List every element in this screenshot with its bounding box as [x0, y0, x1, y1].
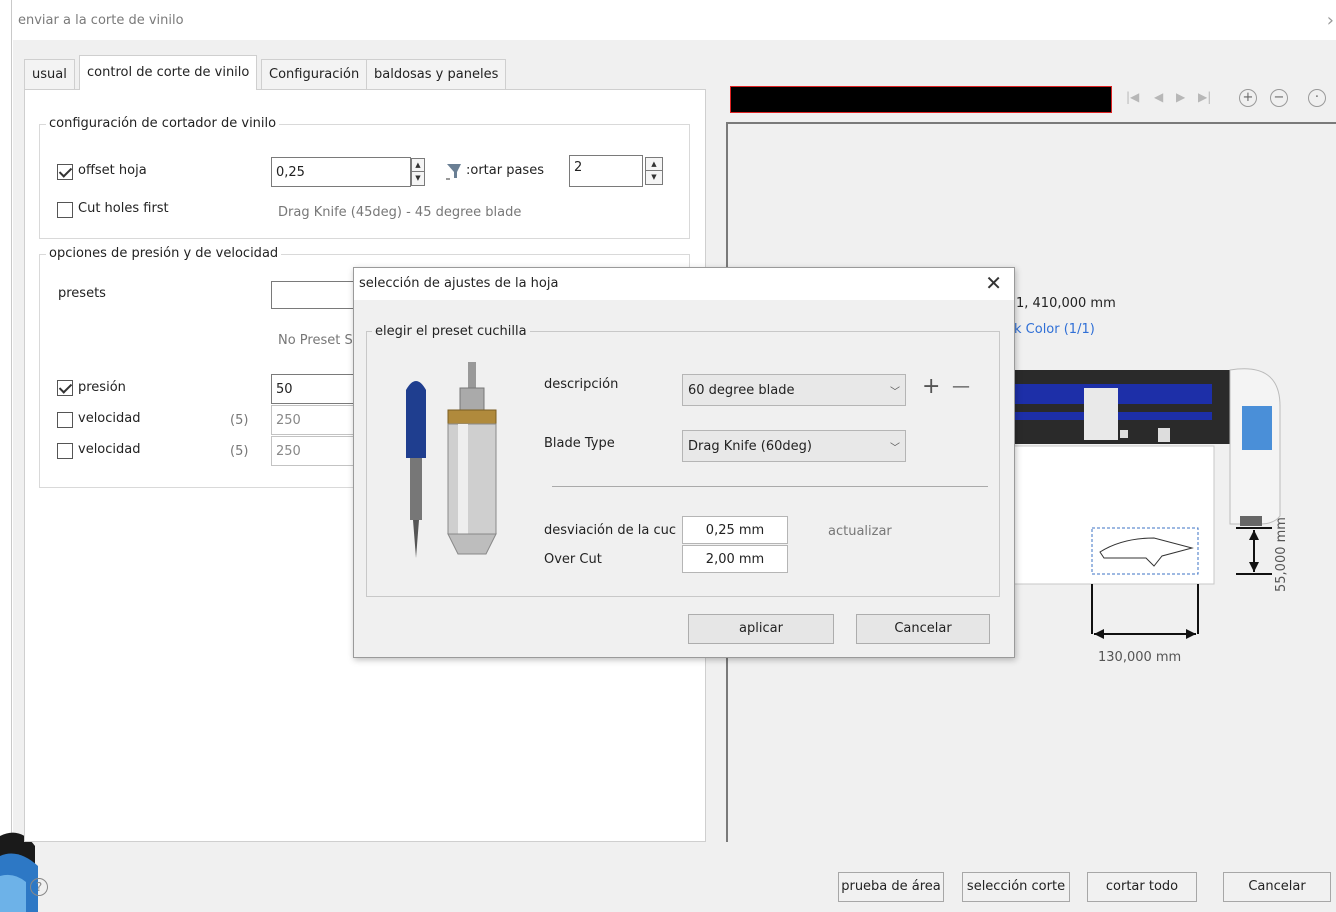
blade-type-label: Blade Type	[544, 436, 615, 451]
height-dimension: 55,000 mm	[1274, 517, 1289, 592]
blade-info-text: Drag Knife (45deg) - 45 degree blade	[278, 205, 522, 220]
pressure-speed-group-label: opciones de presión y de velocidad	[46, 246, 282, 261]
description-value: 60 degree blade	[688, 382, 795, 398]
dialog-close-icon[interactable]: ✕	[985, 271, 1002, 295]
cut-holes-first-checkbox[interactable]	[57, 202, 73, 218]
remove-preset-icon[interactable]: —	[952, 376, 970, 397]
zoom-out-icon[interactable]: −	[1270, 89, 1288, 107]
apply-button[interactable]: aplicar	[688, 614, 834, 644]
over-cut-input[interactable]: 2,00 mm	[682, 545, 788, 573]
cut-passes-label: :ortar pases	[466, 163, 544, 178]
cut-selection-button[interactable]: selección corte	[962, 872, 1070, 902]
cut-passes-icon	[446, 164, 461, 180]
blade-offset-label: desviación de la cuc	[544, 523, 677, 538]
offset-blade-label: offset hoja	[78, 163, 147, 178]
dialog-cancel-button[interactable]: Cancelar	[856, 614, 990, 644]
next-icon[interactable]: ▶	[1176, 90, 1185, 104]
cut-holes-first-label: Cut holes first	[78, 201, 169, 216]
cutter-config-group-label: configuración de cortador de vinilo	[46, 116, 280, 131]
chevron-down-icon: ﹀	[890, 442, 900, 454]
offset-blade-input[interactable]: 0,25	[271, 157, 411, 187]
zoom-in-icon[interactable]: +	[1239, 89, 1257, 107]
blade-settings-dialog: selección de ajustes de la hoja ✕ elegir…	[353, 267, 1015, 658]
cut-passes-spinner[interactable]: ▲ ▼	[645, 157, 663, 185]
plotter-illustration	[1012, 368, 1281, 639]
blade-preset-group-label: elegir el preset cuchilla	[372, 324, 530, 339]
over-cut-label: Over Cut	[544, 552, 602, 567]
first-icon[interactable]: |◀	[1126, 90, 1139, 104]
window-left-border	[0, 0, 12, 912]
speed-1-checkbox[interactable]	[57, 412, 73, 428]
no-preset-text: No Preset S	[278, 333, 353, 348]
cut-passes-input[interactable]: 2	[569, 155, 643, 187]
speed-2-checkbox[interactable]	[57, 443, 73, 459]
description-combo[interactable]: 60 degree blade ﹀	[682, 374, 906, 406]
add-preset-icon[interactable]: +	[922, 374, 940, 399]
pressure-label: presión	[78, 380, 126, 395]
speed-1-hint: (5)	[230, 413, 249, 428]
window-close-icon[interactable]: ›	[1327, 10, 1334, 31]
dialog-title: selección de ajustes de la hoja	[359, 276, 559, 291]
tab-tiles-panels[interactable]: baldosas y paneles	[366, 59, 507, 89]
blade-type-value: Drag Knife (60deg)	[688, 438, 812, 454]
description-label: descripción	[544, 377, 619, 392]
dialog-divider	[552, 486, 988, 487]
update-link[interactable]: actualizar	[828, 524, 892, 539]
area-test-button[interactable]: prueba de área	[838, 872, 944, 902]
offset-blade-checkbox[interactable]	[57, 164, 73, 180]
tab-vinyl-cut-control[interactable]: control de corte de vinilo	[79, 55, 258, 90]
blade-offset-input[interactable]: 0,25 mm	[682, 516, 788, 544]
chevron-down-icon: ﹀	[890, 386, 900, 398]
width-dimension: 130,000 mm	[1098, 650, 1182, 665]
speed-2-label: velocidad	[78, 442, 141, 457]
position-text: 1, 410,000 mm	[1016, 296, 1116, 311]
preview-name-bar	[730, 86, 1112, 113]
cancel-button[interactable]: Cancelar	[1223, 872, 1331, 902]
speed-2-hint: (5)	[230, 444, 249, 459]
zoom-fit-icon[interactable]: ·	[1308, 89, 1326, 107]
last-icon[interactable]: ▶|	[1198, 90, 1211, 104]
presets-label: presets	[58, 286, 106, 301]
cut-all-button[interactable]: cortar todo	[1087, 872, 1197, 902]
tab-configuracion[interactable]: Configuración	[261, 59, 368, 89]
offset-blade-spinner[interactable]: ▲ ▼	[411, 158, 425, 186]
blade-type-combo[interactable]: Drag Knife (60deg) ﹀	[682, 430, 906, 462]
color-layer-link[interactable]: k Color (1/1)	[1014, 322, 1095, 337]
window-title: enviar a la corte de vinilo	[18, 13, 184, 28]
pressure-checkbox[interactable]	[57, 380, 73, 396]
blade-holder-icon	[406, 362, 497, 558]
prev-icon[interactable]: ◀	[1154, 90, 1163, 104]
tab-usual[interactable]: usual	[24, 59, 75, 89]
speed-1-label: velocidad	[78, 411, 141, 426]
help-icon[interactable]: ?	[30, 878, 48, 896]
